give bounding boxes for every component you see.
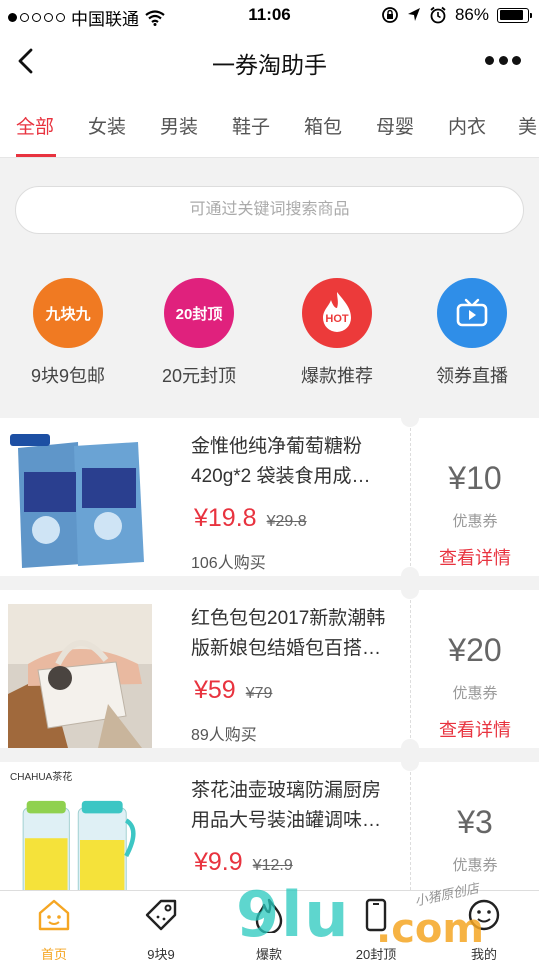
- nine-nine-icon: 九块九: [33, 278, 103, 348]
- coupon-value: ¥3: [457, 804, 493, 840]
- bottom-nav-label: 9块9: [147, 947, 175, 960]
- battery-fill: [499, 10, 523, 20]
- coupon-notch: [401, 590, 419, 599]
- quick-links: 九块九 9块9包邮 20封顶 20元封顶 HOT 爆款推荐 领券直播: [0, 262, 539, 402]
- bottom-nav-label: 20封顶: [355, 947, 397, 960]
- coupon-value: ¥20: [448, 632, 502, 668]
- original-price: ¥12.9: [252, 857, 293, 874]
- quick-link-live[interactable]: 领券直播: [417, 278, 527, 388]
- quick-link-20[interactable]: 20封顶 20元封顶: [144, 278, 254, 388]
- status-bar: 中国联通 11:06 86%: [0, 0, 539, 32]
- product-title: 红色包包2017新款潮韩 版新娘包结婚包百搭…: [191, 608, 386, 659]
- coupon-label: 优惠券: [452, 857, 498, 874]
- bottom-nav-label: 我的: [470, 947, 497, 960]
- price-row: ¥9.9 ¥12.9: [194, 848, 293, 877]
- price-tag-icon: [145, 899, 177, 931]
- view-details-link[interactable]: 查看详情: [411, 716, 539, 742]
- category-tabs: 全部 女装 男装 鞋子 箱包 母婴 内衣 美: [0, 90, 539, 158]
- product-card[interactable]: 红色包包2017新款潮韩 版新娘包结婚包百搭… ¥59 ¥79 89人购买 ¥2…: [0, 590, 539, 748]
- product-image: [8, 432, 152, 576]
- quick-link-label: 20元封顶: [161, 366, 237, 386]
- original-price: ¥79: [245, 685, 273, 702]
- hot-flame-icon: HOT: [302, 278, 372, 348]
- price-row: ¥59 ¥79: [194, 676, 272, 705]
- bottom-nav-home[interactable]: 首页: [14, 897, 94, 960]
- coupon-notch: [401, 418, 419, 427]
- product-title: 茶花油壶玻璃防漏厨房 用品大号装油罐调味…: [191, 780, 382, 831]
- battery-icon: [497, 7, 532, 23]
- tab-bags[interactable]: 箱包: [304, 112, 342, 139]
- quick-link-hot[interactable]: HOT 爆款推荐: [282, 278, 392, 388]
- more-icon[interactable]: [485, 50, 521, 70]
- home-icon: [38, 899, 70, 931]
- product-card[interactable]: 金惟他纯净葡萄糖粉 420g*2 袋装食用成… ¥19.8 ¥29.8 106人…: [0, 418, 539, 576]
- bottom-nav-20[interactable]: 20封顶: [336, 897, 416, 960]
- buyer-count: 89人购买: [191, 727, 257, 744]
- coupon-notch: [401, 762, 419, 771]
- tab-womens[interactable]: 女装: [88, 112, 126, 139]
- twenty-cap-icon: 20封顶: [164, 278, 234, 348]
- view-details-link[interactable]: 查看详情: [411, 544, 539, 570]
- product-image: [16, 776, 144, 904]
- bottom-nav-label: 首页: [40, 947, 67, 960]
- alarm-icon: [430, 6, 446, 24]
- product-image: [8, 604, 152, 748]
- current-price: ¥59: [194, 676, 236, 704]
- brand-label: CHAHUA茶花: [10, 772, 73, 783]
- tab-all[interactable]: 全部: [16, 112, 54, 139]
- page-title: 一券淘助手: [212, 52, 327, 78]
- bottom-nav-hot[interactable]: 爆款: [229, 897, 309, 960]
- rotation-lock-icon: [382, 7, 398, 23]
- bottom-nav-9-9[interactable]: 9块9: [121, 897, 201, 960]
- buyer-count: 106人购买: [191, 555, 266, 572]
- tv-play-icon: [437, 278, 507, 348]
- phone-icon: [365, 898, 387, 932]
- battery-percent: 86%: [454, 5, 489, 24]
- nav-bar: 一券淘助手: [0, 32, 539, 90]
- current-price: ¥19.8: [194, 504, 257, 532]
- quick-link-label: 领券直播: [436, 366, 508, 386]
- search-input[interactable]: 可通过关键词搜索商品: [15, 186, 524, 234]
- original-price: ¥29.8: [266, 513, 307, 530]
- coupon-label: 优惠券: [452, 685, 498, 702]
- tab-active-indicator: [16, 154, 56, 157]
- status-right: 86%: [381, 5, 532, 25]
- coupon-value: ¥10: [448, 460, 502, 496]
- quick-link-label: 爆款推荐: [301, 366, 373, 386]
- flame-icon: [255, 898, 283, 935]
- bottom-nav-me[interactable]: 我的: [444, 897, 524, 960]
- quick-link-label: 9块9包邮: [30, 366, 106, 386]
- tab-mens[interactable]: 男装: [160, 112, 198, 139]
- current-price: ¥9.9: [194, 848, 243, 876]
- user-smile-icon: [468, 899, 500, 931]
- tab-underwear[interactable]: 内衣: [448, 112, 486, 139]
- tab-shoes[interactable]: 鞋子: [232, 112, 270, 139]
- tab-baby[interactable]: 母婴: [376, 112, 414, 139]
- location-icon: [407, 8, 420, 21]
- price-row: ¥19.8 ¥29.8: [194, 504, 307, 533]
- product-title: 金惟他纯净葡萄糖粉 420g*2 袋装食用成…: [191, 436, 371, 487]
- product-card[interactable]: CHAHUA茶花 茶花油壶玻璃防漏厨房 用品大号装油罐调味… ¥9.9 ¥12.…: [0, 762, 539, 904]
- quick-link-9-9[interactable]: 九块九 9块9包邮: [13, 278, 123, 388]
- bottom-nav: 首页 9块9 爆款 20封顶 我的: [0, 890, 539, 960]
- coupon-label: 优惠券: [452, 513, 498, 530]
- bottom-nav-label: 爆款: [255, 947, 282, 960]
- tab-beauty[interactable]: 美: [518, 112, 537, 139]
